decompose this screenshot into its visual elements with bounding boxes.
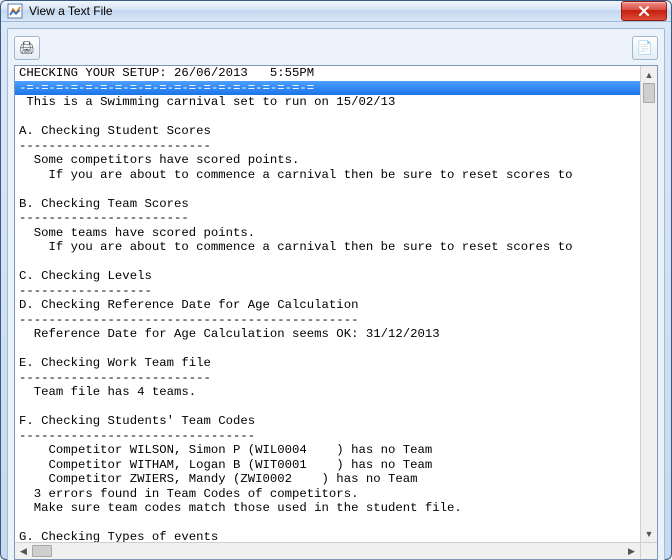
text-line[interactable] (15, 516, 657, 531)
text-line[interactable]: Competitor WITHAM, Logan B (WIT0001 ) ha… (15, 458, 657, 473)
text-line[interactable] (15, 182, 657, 197)
vertical-scrollbar[interactable]: ▲ ▼ (640, 66, 657, 542)
text-line[interactable]: -=-=-=-=-=-=-=-=-=-=-=-=-=-=-=-=-=-=-=-= (15, 81, 657, 96)
text-line[interactable]: -------------------------------- (15, 429, 657, 444)
vscroll-thumb[interactable] (643, 83, 655, 103)
text-line[interactable]: C. Checking Levels (15, 269, 657, 284)
text-line[interactable]: Competitor WILSON, Simon P (WIL0004 ) ha… (15, 443, 657, 458)
text-line[interactable]: 3 errors found in Team Codes of competit… (15, 487, 657, 502)
text-line[interactable]: Some teams have scored points. (15, 226, 657, 241)
text-line[interactable]: B. Checking Team Scores (15, 197, 657, 212)
text-line[interactable]: This is a Swimming carnival set to run o… (15, 95, 657, 110)
hscroll-track[interactable] (32, 543, 623, 559)
scroll-left-arrow[interactable]: ◀ (15, 543, 32, 559)
export-icon: 📄 (637, 40, 653, 56)
text-line[interactable]: -------------------------- (15, 371, 657, 386)
text-line[interactable]: Reference Date for Age Calculation seems… (15, 327, 657, 342)
text-line[interactable] (15, 255, 657, 270)
toolbar: 🖨 📄 (14, 35, 658, 61)
export-button[interactable]: 📄 (632, 36, 658, 60)
text-viewer: CHECKING YOUR SETUP: 26/06/2013 5:55PM-=… (14, 65, 658, 560)
text-line[interactable]: D. Checking Reference Date for Age Calcu… (15, 298, 657, 313)
scroll-right-arrow[interactable]: ▶ (623, 543, 640, 559)
text-content[interactable]: CHECKING YOUR SETUP: 26/06/2013 5:55PM-=… (15, 66, 657, 559)
text-line[interactable]: Team file has 4 teams. (15, 385, 657, 400)
text-line[interactable]: Some competitors have scored points. (15, 153, 657, 168)
client-area: 🖨 📄 CHECKING YOUR SETUP: 26/06/2013 5:55… (7, 28, 665, 560)
text-line[interactable] (15, 400, 657, 415)
text-line[interactable] (15, 110, 657, 125)
text-line[interactable]: If you are about to commence a carnival … (15, 168, 657, 183)
titlebar[interactable]: View a Text File (1, 1, 671, 22)
print-button[interactable]: 🖨 (14, 36, 40, 60)
text-line[interactable]: -------------------------- (15, 139, 657, 154)
window-title: View a Text File (29, 4, 621, 18)
horizontal-scrollbar[interactable]: ◀ ▶ (15, 542, 640, 559)
scroll-down-arrow[interactable]: ▼ (641, 525, 657, 542)
app-icon (7, 3, 23, 19)
hscroll-thumb[interactable] (32, 545, 52, 557)
print-icon: 🖨 (19, 40, 36, 56)
text-line[interactable]: A. Checking Student Scores (15, 124, 657, 139)
text-line[interactable]: E. Checking Work Team file (15, 356, 657, 371)
scroll-corner (640, 542, 657, 559)
close-button[interactable] (621, 1, 667, 21)
text-line[interactable]: ------------------ (15, 284, 657, 299)
text-line[interactable]: F. Checking Students' Team Codes (15, 414, 657, 429)
text-line[interactable]: ----------------------------------------… (15, 313, 657, 328)
text-line[interactable]: Competitor ZWIERS, Mandy (ZWI0002 ) has … (15, 472, 657, 487)
window-frame: View a Text File 🖨 📄 CHECKING YOUR SETUP… (0, 0, 672, 560)
text-line[interactable] (15, 342, 657, 357)
text-line[interactable]: ----------------------- (15, 211, 657, 226)
scroll-up-arrow[interactable]: ▲ (641, 66, 657, 83)
text-line[interactable]: Make sure team codes match those used in… (15, 501, 657, 516)
text-line[interactable]: If you are about to commence a carnival … (15, 240, 657, 255)
vscroll-track[interactable] (641, 83, 657, 525)
text-line[interactable]: CHECKING YOUR SETUP: 26/06/2013 5:55PM (15, 66, 657, 81)
